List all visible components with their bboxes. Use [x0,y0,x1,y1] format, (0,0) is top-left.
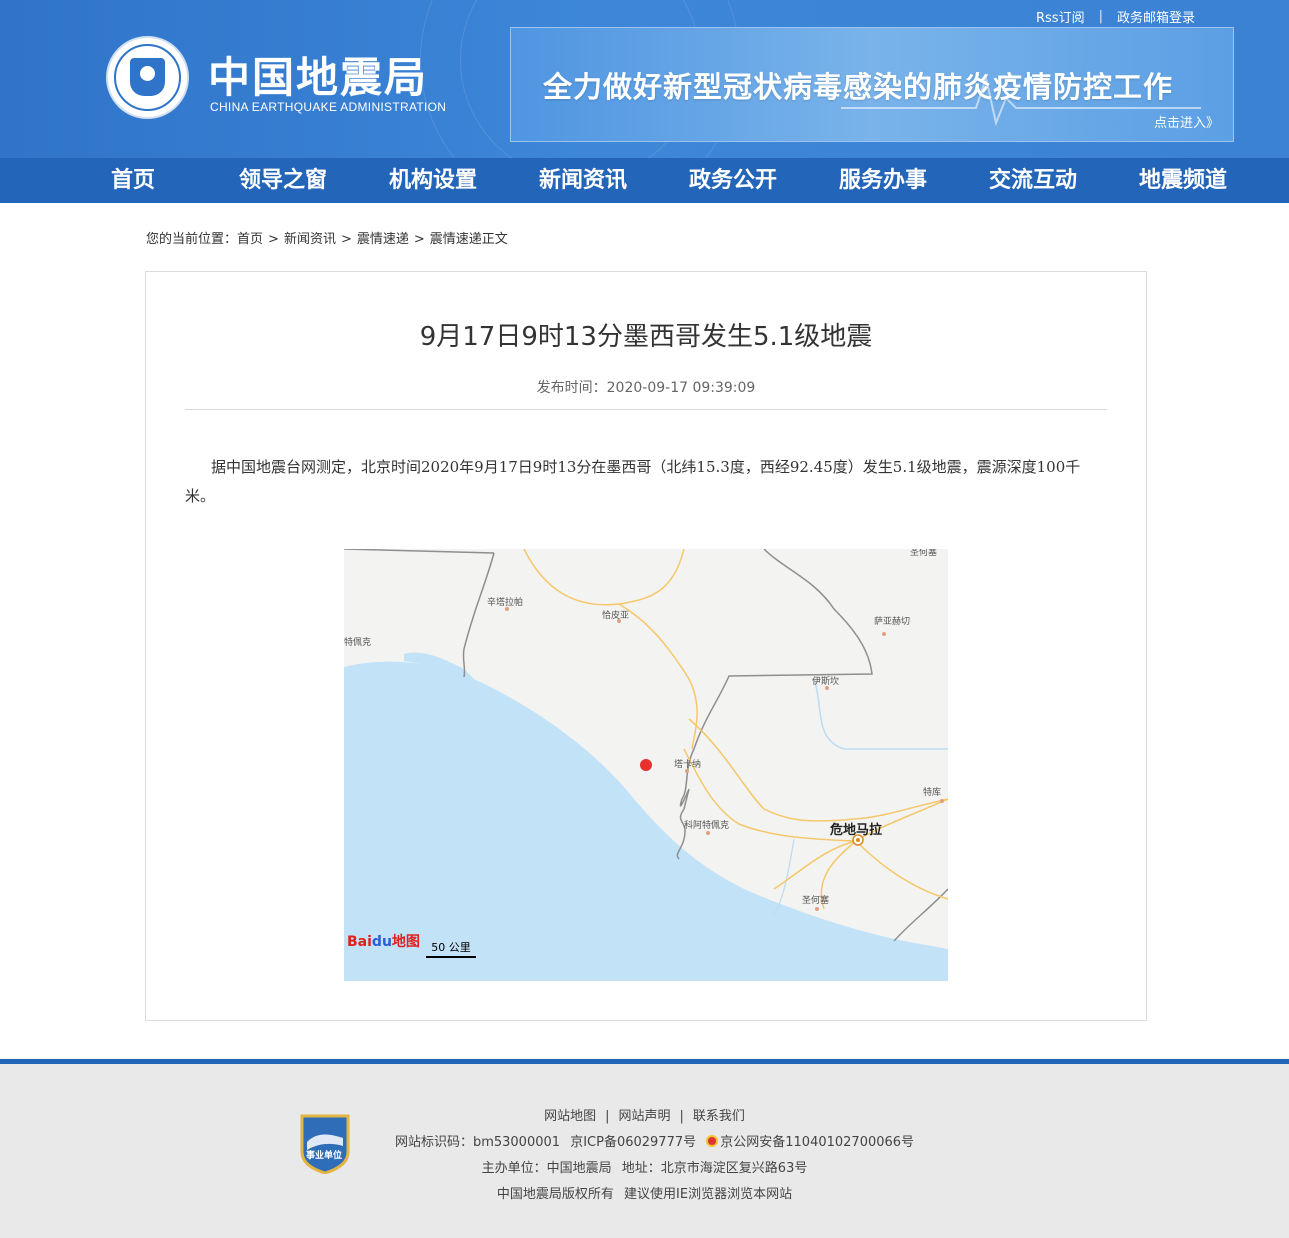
article-body: 据中国地震台网测定，北京时间2020年9月17日9时13分在墨西哥（北纬15.3… [185,458,1081,505]
publish-info: 发布时间：2020-09-17 09:39:09 [146,377,1146,397]
article-container: 9月17日9时13分墨西哥发生5.1级地震 发布时间：2020-09-17 09… [145,271,1147,1021]
river [813,678,948,750]
baidu-logo-text: du [371,934,392,950]
map-scale-bar: 50 公里 [426,939,476,958]
footer-host-unit: 主办单位：中国地震局 [481,1161,612,1176]
footer-registration: 网站标识码：bm53000001 京ICP备06029777号 京公网安备110… [0,1131,1289,1150]
map-label-city: 辛塔拉帕 [487,598,524,608]
breadcrumb-item-home[interactable]: 首页 [237,232,263,247]
cea-emblem-logo[interactable] [106,36,189,119]
breadcrumb-item-current: 震情速递正文 [429,232,508,247]
footer-host: 主办单位：中国地震局 地址：北京市海淀区复兴路63号 [0,1157,1289,1176]
map-label-city: 圣何塞 [802,896,830,906]
map-canvas [344,549,948,981]
baidu-map-logo[interactable]: Baidu地图 [347,931,420,951]
breadcrumb-prefix: 您的当前位置： [146,232,238,247]
nav-item-earthquake-channel[interactable]: 地震频道 [1108,158,1258,203]
map-label-city: 萨亚赫切 [874,617,911,627]
breadcrumb-separator: > [340,232,352,247]
nav-item-home[interactable]: 首页 [58,158,208,203]
nav-item-interaction[interactable]: 交流互动 [958,158,1108,203]
footer-separator: | [679,1109,684,1124]
nav-item-organization[interactable]: 机构设置 [358,158,508,203]
breadcrumb: 您的当前位置：首页 > 新闻资讯 > 震情速递 > 震情速递正文 [146,228,508,247]
country-border [462,552,495,678]
capital-marker-core [856,838,860,842]
site-header: Rss订阅 | 政务邮箱登录 中国地震局 CHINA EARTHQUAKE AD… [0,0,1289,158]
epicenter-marker-icon [640,759,652,771]
map-label-capital: 危地马拉 [830,823,883,838]
map-label-city: 特佩克 [344,638,372,648]
footer-copyright: 中国地震局版权所有 建议使用IE浏览器浏览本网站 [0,1183,1289,1202]
emblem-core [130,58,165,96]
country-border [676,549,873,860]
map-label-city: 塔卡纳 [674,760,702,770]
nav-item-news[interactable]: 新闻资讯 [508,158,658,203]
epicenter-map[interactable]: 辛塔拉帕 恰皮亚 萨亚赫切 伊斯坎 塔卡纳 特库 科阿特佩克 危地马拉 圣何塞 … [344,549,948,981]
footer-police-record[interactable]: 京公网安备11040102700066号 [720,1135,914,1150]
site-footer: 事业单位 网站地图 | 网站声明 | 联系我们 网站标识码：bm53000001 京IC… [0,1064,1289,1238]
footer-links: 网站地图 | 网站声明 | 联系我们 [0,1105,1289,1124]
main-nav: 首页 领导之窗 机构设置 新闻资讯 政务公开 服务办事 交流互动 地震频道 [0,158,1289,203]
publish-label: 发布时间： [536,380,607,396]
road [618,603,698,750]
nav-item-services[interactable]: 服务办事 [808,158,958,203]
map-label-city: 特库 [923,788,942,798]
epidemic-banner[interactable]: 全力做好新型冠状病毒感染的肺炎疫情防控工作 点击进入》 [510,27,1234,142]
site-name[interactable]: 中国地震局 [208,44,428,105]
baidu-logo-text: Bai [347,934,372,950]
banner-headline: 全力做好新型冠状病毒感染的肺炎疫情防控工作 [543,70,1174,104]
place-dot [706,831,710,835]
article-title: 9月17日9时13分墨西哥发生5.1级地震 [419,322,873,352]
country-border [344,549,495,554]
map-label-city: 伊斯坎 [812,677,840,687]
mail-login-link[interactable]: 政务邮箱登录 [1117,7,1195,26]
top-links: Rss订阅 | 政务邮箱登录 [1036,7,1195,26]
footer-browser-tip: 建议使用IE浏览器浏览本网站 [624,1187,793,1202]
map-label-city: 圣何塞 [910,549,938,558]
road [688,718,948,822]
breadcrumb-separator: > [268,232,279,247]
footer-icp[interactable]: 京ICP备06029777号 [570,1135,696,1150]
map-label-city: 恰皮亚 [602,611,630,621]
footer-separator: | [605,1109,610,1124]
footer-link-statement[interactable]: 网站声明 [618,1109,670,1124]
article-divider [185,409,1107,410]
rss-link[interactable]: Rss订阅 [1036,7,1085,26]
road [523,549,685,606]
footer-link-sitemap[interactable]: 网站地图 [544,1109,596,1124]
footer-site-id: 网站标识码：bm53000001 [394,1135,561,1150]
nav-item-government-affairs[interactable]: 政务公开 [658,158,808,203]
top-links-separator: | [1098,8,1103,24]
breadcrumb-separator: > [413,232,425,247]
site-name-english: CHINA EARTHQUAKE ADMINISTRATION [210,100,447,114]
map-label-city: 科阿特佩克 [684,821,730,831]
breadcrumb-item-quake-express[interactable]: 震情速递 [357,232,409,247]
publish-time: 2020-09-17 09:39:09 [606,380,756,396]
road [773,798,948,910]
nav-item-leadership[interactable]: 领导之窗 [208,158,358,203]
place-dot [940,799,944,803]
breadcrumb-item-news[interactable]: 新闻资讯 [284,232,336,247]
place-dot [815,907,819,911]
footer-copyright-text: 中国地震局版权所有 [496,1187,614,1202]
baidu-logo-text: 地图 [391,934,420,950]
footer-address: 地址：北京市海淀区复兴路63号 [621,1161,808,1176]
place-dot [882,632,886,636]
banner-enter-link[interactable]: 点击进入》 [1154,112,1219,131]
police-badge-icon [706,1135,719,1147]
footer-link-contact[interactable]: 联系我们 [693,1109,745,1124]
